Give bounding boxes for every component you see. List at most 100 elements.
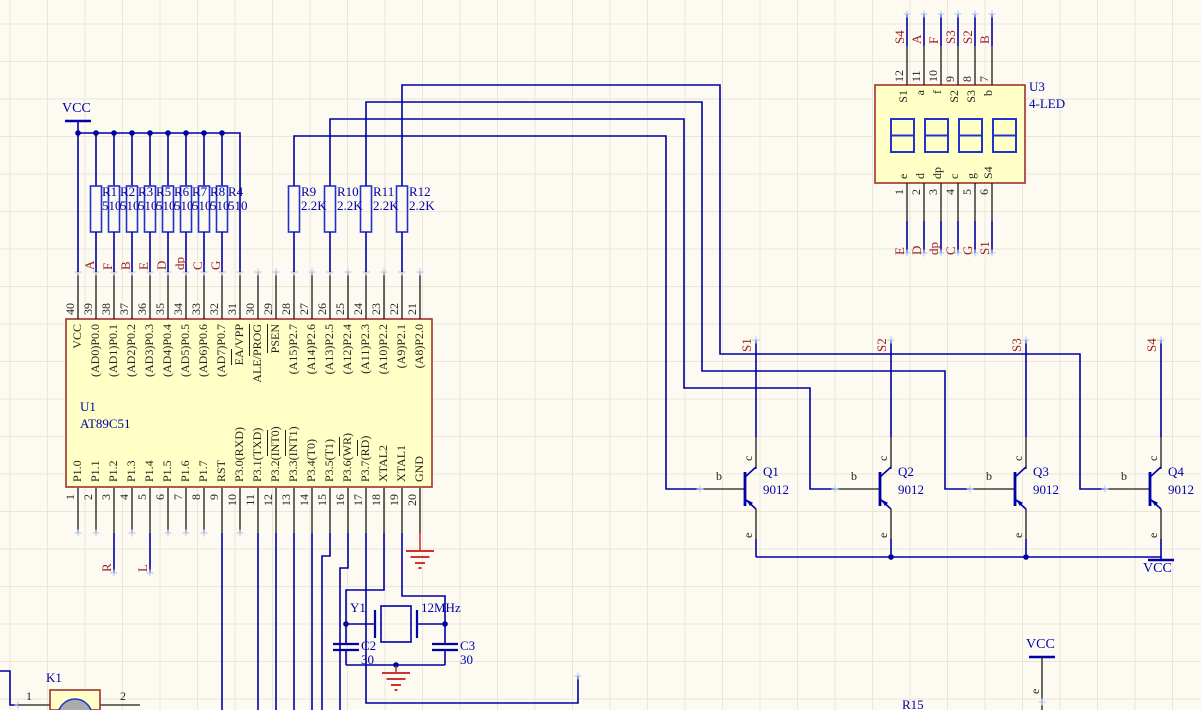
transistor-part[interactable]: 9012 — [1033, 483, 1059, 497]
pin-number: 19 — [388, 494, 401, 654]
button-designator[interactable]: K1 — [46, 671, 62, 685]
net-label[interactable]: S2 — [875, 192, 888, 352]
pin-number: 13 — [280, 494, 293, 654]
net-label[interactable]: E — [893, 95, 906, 255]
net-label[interactable]: S4 — [1145, 192, 1158, 352]
pin-number: 22 — [388, 155, 401, 315]
pin-name: e — [1012, 378, 1025, 538]
pin-number: 40 — [64, 155, 77, 315]
pin-number: 24 — [352, 155, 365, 315]
pin-number: 21 — [406, 155, 419, 315]
net-label[interactable]: B — [119, 110, 132, 270]
junction-dot — [75, 130, 81, 136]
pin-name: b — [986, 469, 992, 483]
net-label[interactable]: dp — [927, 95, 940, 255]
net-label[interactable]: G — [961, 95, 974, 255]
junction-dot — [442, 621, 448, 627]
pin-number: 12 — [262, 494, 275, 654]
capacitor-value[interactable]: 30 — [361, 653, 374, 667]
transistor-designator[interactable]: Q1 — [763, 465, 779, 479]
pin-number: 17 — [352, 494, 365, 654]
pin-name: P1.7 — [197, 322, 210, 482]
transistor-part[interactable]: 9012 — [898, 483, 924, 497]
net-label[interactable]: C — [944, 95, 957, 255]
net-label[interactable]: S1 — [978, 95, 991, 255]
u3-part-label[interactable]: 4-LED — [1029, 97, 1065, 111]
transistor-designator[interactable]: Q2 — [898, 465, 914, 479]
pin-name: e — [742, 378, 755, 538]
net-label[interactable]: S3 — [1010, 192, 1023, 352]
resistor-value[interactable]: 510 — [228, 199, 248, 213]
pin-number: 9 — [208, 494, 221, 654]
transistor-part[interactable]: 9012 — [763, 483, 789, 497]
resistor-designator[interactable]: R12 — [409, 185, 431, 199]
pin-number: 23 — [370, 155, 383, 315]
pin-number: 31 — [226, 155, 239, 315]
pin-number: 7 — [172, 494, 185, 654]
resistor-designator[interactable]: R15 — [902, 698, 924, 710]
net-label[interactable]: C — [191, 110, 204, 270]
pin-number: 1 — [64, 494, 77, 654]
pin-number: 8 — [190, 494, 203, 654]
pin-name: e — [1029, 534, 1042, 694]
pin-number: 18 — [370, 494, 383, 654]
pin-name: P3.0(RXD) — [233, 322, 246, 482]
junction-dot — [1023, 554, 1029, 560]
pin-name: GND — [413, 322, 426, 482]
net-label[interactable]: A — [83, 110, 96, 270]
pin-name: XTAL1 — [395, 322, 408, 482]
net-label[interactable]: S1 — [740, 192, 753, 352]
net-label[interactable]: D — [910, 95, 923, 255]
resistor-designator[interactable]: R9 — [301, 185, 316, 199]
net-label[interactable]: dp — [173, 110, 186, 270]
pin-name: P3.1(TXD) — [251, 322, 264, 482]
transistor-designator[interactable]: Q3 — [1033, 465, 1049, 479]
pin-number: 1 — [26, 689, 32, 703]
pin-number: 2 — [82, 494, 95, 654]
crystal-value[interactable]: 12MHz — [421, 601, 461, 615]
pin-name: b — [851, 469, 857, 483]
pin-name: P1.6 — [179, 322, 192, 482]
junction-dot — [888, 554, 894, 560]
capacitor-value[interactable]: 30 — [460, 653, 473, 667]
net-label[interactable]: E — [137, 110, 150, 270]
pin-name: b — [1121, 469, 1127, 483]
wire[interactable] — [0, 671, 18, 705]
resistor-value[interactable]: 2.2K — [301, 199, 327, 213]
pin-number: 16 — [334, 494, 347, 654]
net-label[interactable]: F — [101, 110, 114, 270]
pin-name: P1.0 — [71, 322, 84, 482]
schematic-canvas: U1AT89C5140VCC39(AD0)P0.038(AD1)P0.137(A… — [0, 0, 1201, 710]
net-label[interactable]: D — [155, 110, 168, 270]
resistor-value[interactable]: 2.2K — [337, 199, 363, 213]
vcc-label[interactable]: VCC — [1143, 562, 1172, 576]
net-label[interactable]: L — [136, 412, 149, 572]
pin-name: P3.3(INT1) — [287, 322, 300, 482]
pin-name: XTAL2 — [377, 322, 390, 482]
resistor-designator[interactable]: R11 — [373, 185, 394, 199]
pin-number: 30 — [244, 155, 257, 315]
pin-name: P3.5(T1) — [323, 322, 336, 482]
transistor-designator[interactable]: Q4 — [1168, 465, 1184, 479]
resistor-designator[interactable]: R4 — [228, 185, 243, 199]
pin-name: P3.2(INT0) — [269, 322, 282, 482]
capacitor-designator[interactable]: C3 — [460, 639, 475, 653]
capacitor-designator[interactable]: C2 — [361, 639, 376, 653]
resistor-designator[interactable]: R10 — [337, 185, 359, 199]
pin-number: 25 — [334, 155, 347, 315]
pin-number: 15 — [316, 494, 329, 654]
resistor-value[interactable]: 2.2K — [373, 199, 399, 213]
resistor-value[interactable]: 2.2K — [409, 199, 435, 213]
pin-name: P1.5 — [161, 322, 174, 482]
net-label[interactable]: G — [209, 110, 222, 270]
wire[interactable] — [756, 557, 1161, 560]
pin-name: b — [716, 469, 722, 483]
transistor-part[interactable]: 9012 — [1168, 483, 1194, 497]
pin-number: 14 — [298, 494, 311, 654]
pin-number: 10 — [226, 494, 239, 654]
pin-number: 20 — [406, 494, 419, 654]
u3-designator[interactable]: U3 — [1029, 80, 1045, 94]
pin-number: 4 — [118, 494, 131, 654]
net-label[interactable]: R — [100, 412, 113, 572]
crystal-designator[interactable]: Y1 — [350, 601, 366, 615]
